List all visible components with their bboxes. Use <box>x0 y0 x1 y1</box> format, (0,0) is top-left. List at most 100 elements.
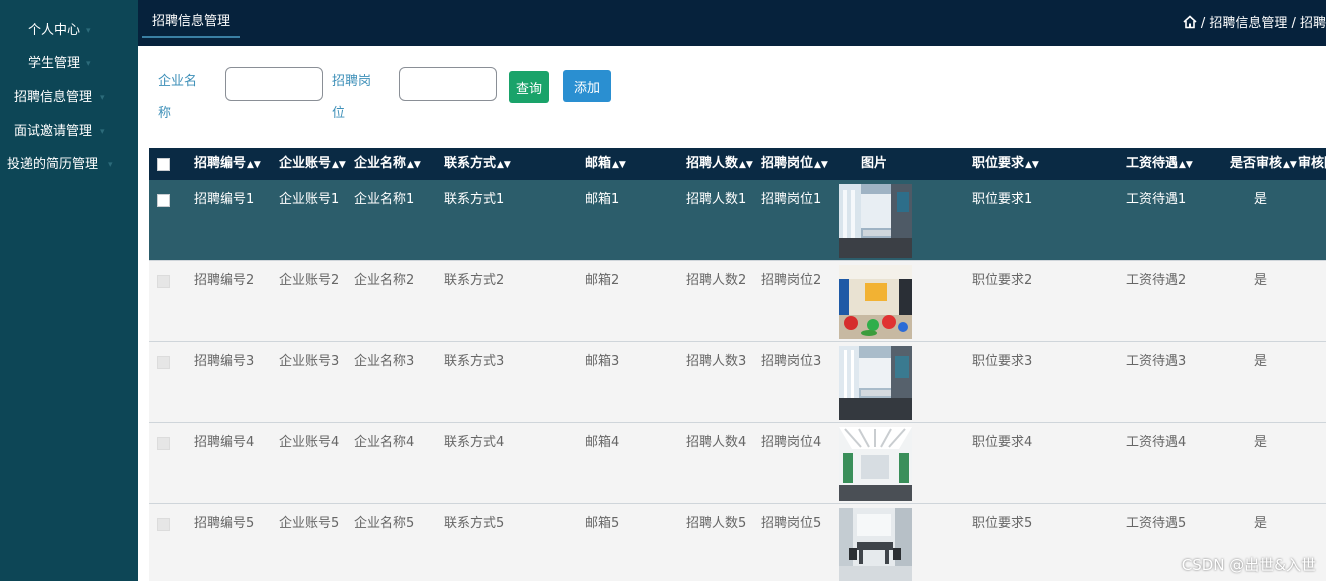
sidebar: 个人中心 ▾ 学生管理 ▾ 招聘信息管理 ▾ 面试邀请管理 ▾ 投递的简历管理 … <box>0 0 138 581</box>
cell-account: 企业账号1 <box>279 192 340 207</box>
column-header-label: 职位要求 <box>972 156 1025 171</box>
cell-audited: 是 <box>1254 354 1268 369</box>
chevron-down-icon: ▾ <box>108 160 113 170</box>
column-header-salary[interactable]: 工资待遇▲▼ <box>1126 148 1193 180</box>
cell-name: 企业名称1 <box>354 192 415 207</box>
column-header-label: 工资待遇 <box>1126 156 1179 171</box>
cell-contact: 联系方式5 <box>444 516 505 531</box>
cell-count: 招聘人数4 <box>686 435 747 450</box>
office-photo[interactable] <box>839 508 912 581</box>
company-name-input[interactable] <box>225 67 323 101</box>
column-header-label: 是否审核 <box>1230 156 1283 171</box>
cell-account: 企业账号4 <box>279 435 340 450</box>
cell-position: 招聘岗位5 <box>761 516 822 531</box>
cell-email: 邮箱4 <box>585 435 620 450</box>
sidebar-item-label: 招聘信息管理 <box>14 90 93 105</box>
row-checkbox[interactable] <box>157 275 170 288</box>
cell-salary: 工资待遇1 <box>1126 192 1187 207</box>
position-label: 招聘岗位 <box>332 74 372 121</box>
cell-requirement: 职位要求2 <box>972 273 1033 288</box>
column-header-audit-reply[interactable]: 审核回 <box>1298 148 1326 180</box>
position-input[interactable] <box>399 67 497 101</box>
column-header-position[interactable]: 招聘岗位▲▼ <box>761 148 828 180</box>
cell-contact: 联系方式2 <box>444 273 505 288</box>
sidebar-item-label: 投递的简历管理 <box>7 157 99 172</box>
cell-count: 招聘人数2 <box>686 273 747 288</box>
office-photo[interactable] <box>839 184 912 258</box>
office-photo[interactable] <box>839 265 912 339</box>
add-button[interactable]: 添加 <box>563 70 612 102</box>
sort-icon: ▲▼ <box>1025 160 1039 170</box>
column-header-label: 企业名称 <box>354 156 407 171</box>
cell-account: 企业账号5 <box>279 516 340 531</box>
table-row[interactable]: 招聘编号4 企业账号4 企业名称4 联系方式4 邮箱4 招聘人数4 招聘岗位4 … <box>149 423 1326 504</box>
cell-contact: 联系方式3 <box>444 354 505 369</box>
cell-count: 招聘人数1 <box>686 192 747 207</box>
column-header-requirement[interactable]: 职位要求▲▼ <box>972 148 1039 180</box>
column-header-audited[interactable]: 是否审核▲▼ <box>1230 148 1297 180</box>
office-photo[interactable] <box>839 427 912 501</box>
cell-name: 企业名称4 <box>354 435 415 450</box>
sidebar-item-resumes[interactable]: 投递的简历管理 ▾ <box>0 151 138 179</box>
column-header-name[interactable]: 企业名称▲▼ <box>354 148 421 180</box>
column-header-no[interactable]: 招聘编号▲▼ <box>194 148 261 180</box>
cell-no: 招聘编号3 <box>194 354 255 369</box>
cell-position: 招聘岗位4 <box>761 435 822 450</box>
cell-salary: 工资待遇5 <box>1126 516 1187 531</box>
sidebar-item-recruitment[interactable]: 招聘信息管理 ▾ <box>0 84 138 112</box>
column-header-count[interactable]: 招聘人数▲▼ <box>686 148 753 180</box>
sort-icon: ▲▼ <box>814 160 828 170</box>
sidebar-item-label: 面试邀请管理 <box>14 124 93 139</box>
column-header-image: 图片 <box>861 156 888 171</box>
row-checkbox[interactable] <box>157 437 170 450</box>
row-checkbox[interactable] <box>157 518 170 531</box>
cell-account: 企业账号2 <box>279 273 340 288</box>
chevron-down-icon: ▾ <box>86 59 91 69</box>
breadcrumb: / 招聘信息管理 / 招聘 <box>1183 12 1326 31</box>
company-name-label: 企业名称 <box>158 74 198 121</box>
cell-email: 邮箱5 <box>585 516 620 531</box>
sidebar-item-personal-center[interactable]: 个人中心 ▾ <box>0 17 138 45</box>
cell-requirement: 职位要求5 <box>972 516 1033 531</box>
breadcrumb-text[interactable]: / 招聘信息管理 / 招聘 <box>1201 12 1326 31</box>
sidebar-item-students[interactable]: 学生管理 ▾ <box>0 50 138 78</box>
sort-icon: ▲▼ <box>407 160 421 170</box>
cell-name: 企业名称3 <box>354 354 415 369</box>
column-header-label: 招聘编号 <box>194 156 247 171</box>
office-photo[interactable] <box>839 346 912 420</box>
sort-icon: ▲▼ <box>612 160 626 170</box>
column-header-email[interactable]: 邮箱▲▼ <box>585 148 626 180</box>
cell-email: 邮箱1 <box>585 192 620 207</box>
table-row[interactable]: 招聘编号2 企业账号2 企业名称2 联系方式2 邮箱2 招聘人数2 招聘岗位2 … <box>149 261 1326 342</box>
row-checkbox[interactable] <box>157 194 170 207</box>
sort-icon: ▲▼ <box>1179 160 1193 170</box>
row-checkbox[interactable] <box>157 356 170 369</box>
tab-recruitment-management[interactable]: 招聘信息管理 <box>142 6 241 38</box>
cell-name: 企业名称5 <box>354 516 415 531</box>
column-header-account[interactable]: 企业账号▲▼ <box>279 148 346 180</box>
cell-audited: 是 <box>1254 273 1268 288</box>
sidebar-item-label: 学生管理 <box>28 56 81 71</box>
sort-icon: ▲▼ <box>1283 160 1297 170</box>
table-row[interactable]: 招聘编号5 企业账号5 企业名称5 联系方式5 邮箱5 招聘人数5 招聘岗位5 … <box>149 504 1326 581</box>
table-header: 招聘编号▲▼ 企业账号▲▼ 企业名称▲▼ 联系方式▲▼ 邮箱▲▼ 招聘人数▲▼ … <box>149 148 1326 180</box>
sidebar-item-interview[interactable]: 面试邀请管理 ▾ <box>0 118 138 146</box>
cell-no: 招聘编号4 <box>194 435 255 450</box>
cell-salary: 工资待遇3 <box>1126 354 1187 369</box>
cell-position: 招聘岗位1 <box>761 192 822 207</box>
sort-icon: ▲▼ <box>247 160 261 170</box>
home-icon[interactable] <box>1183 14 1197 29</box>
sidebar-item-label: 个人中心 <box>28 23 81 38</box>
cell-audited: 是 <box>1254 192 1268 207</box>
chevron-down-icon: ▾ <box>86 26 91 36</box>
select-all-checkbox[interactable] <box>157 158 170 171</box>
column-header-contact[interactable]: 联系方式▲▼ <box>444 148 511 180</box>
sort-icon: ▲▼ <box>497 160 511 170</box>
table-row[interactable]: 招聘编号1 企业账号1 企业名称1 联系方式1 邮箱1 招聘人数1 招聘岗位1 … <box>149 180 1326 261</box>
query-button[interactable]: 查询 <box>509 71 550 103</box>
cell-no: 招聘编号2 <box>194 273 255 288</box>
cell-contact: 联系方式4 <box>444 435 505 450</box>
cell-no: 招聘编号1 <box>194 192 255 207</box>
chevron-down-icon: ▾ <box>100 127 105 137</box>
table-row[interactable]: 招聘编号3 企业账号3 企业名称3 联系方式3 邮箱3 招聘人数3 招聘岗位3 … <box>149 342 1326 423</box>
